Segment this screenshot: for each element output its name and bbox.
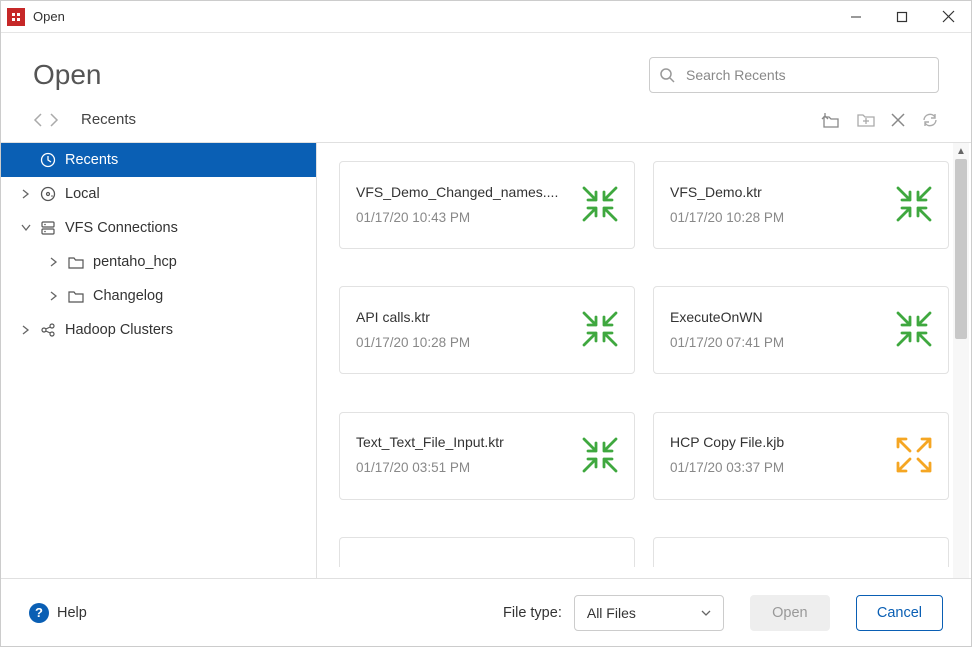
chevron-down-icon [701, 610, 711, 616]
scroll-thumb[interactable] [955, 159, 967, 339]
file-name: API calls.ktr [356, 309, 574, 325]
file-date: 01/17/20 10:28 PM [670, 210, 888, 225]
file-date: 01/17/20 03:37 PM [670, 460, 888, 475]
file-info: VFS_Demo.ktr 01/17/20 10:28 PM [670, 184, 888, 225]
file-type-label: File type: [503, 605, 562, 621]
dialog-header: Open [1, 33, 971, 111]
folder-icon [65, 289, 87, 303]
app-icon [7, 8, 25, 26]
file-name: VFS_Demo_Changed_names.... [356, 184, 574, 200]
transformation-icon [582, 437, 618, 473]
titlebar: Open [1, 1, 971, 33]
sidebar-item-hadoop-clusters[interactable]: Hadoop Clusters [1, 313, 316, 347]
page-title: Open [33, 59, 102, 91]
server-icon [37, 220, 59, 236]
file-info: HCP Copy File.kjb 01/17/20 03:37 PM [670, 434, 888, 475]
folder-icon [65, 255, 87, 269]
help-link[interactable]: ? Help [29, 603, 87, 623]
file-card[interactable]: ExecuteOnWN 01/17/20 07:41 PM [653, 286, 949, 374]
file-type-select[interactable]: All Files [574, 595, 724, 631]
open-button-label: Open [772, 605, 807, 621]
search-icon [659, 67, 675, 83]
file-card[interactable]: VFS_Demo_Changed_names.... 01/17/20 10:4… [339, 161, 635, 249]
sidebar-item-label: Changelog [93, 288, 163, 304]
open-button[interactable]: Open [750, 595, 830, 631]
chevron-down-icon[interactable] [19, 224, 33, 232]
job-icon [896, 437, 932, 473]
file-type-value: All Files [587, 605, 636, 621]
scrollbar[interactable]: ▲ ▼ [953, 143, 969, 606]
file-card-partial[interactable] [653, 537, 949, 567]
chevron-right-icon[interactable] [19, 325, 33, 335]
main-area: Recents Local VFS Connections [1, 142, 971, 606]
transformation-icon [896, 311, 932, 347]
transformation-icon [582, 311, 618, 347]
file-name: ExecuteOnWN [670, 309, 888, 325]
sidebar-item-label: VFS Connections [65, 220, 178, 236]
help-icon: ? [29, 603, 49, 623]
toolbar-icons [821, 112, 939, 128]
file-date: 01/17/20 07:41 PM [670, 335, 888, 350]
help-label: Help [57, 605, 87, 621]
scroll-up-button[interactable]: ▲ [953, 143, 969, 159]
footer: ? Help File type: All Files Open Cancel [1, 578, 971, 646]
file-card[interactable]: HCP Copy File.kjb 01/17/20 03:37 PM [653, 412, 949, 500]
minimize-button[interactable] [833, 1, 879, 33]
file-info: VFS_Demo_Changed_names.... 01/17/20 10:4… [356, 184, 574, 225]
transformation-icon [582, 186, 618, 222]
maximize-button[interactable] [879, 1, 925, 33]
transformation-icon [896, 186, 932, 222]
file-type-wrap: File type: All Files Open Cancel [503, 595, 943, 631]
sidebar-item-local[interactable]: Local [1, 177, 316, 211]
close-button[interactable] [925, 1, 971, 33]
nav-back-button[interactable] [33, 113, 43, 127]
chevron-right-icon[interactable] [47, 257, 61, 267]
delete-button[interactable] [891, 113, 905, 127]
sidebar-item-label: Hadoop Clusters [65, 322, 173, 338]
new-folder-button[interactable] [857, 112, 875, 128]
file-card[interactable]: API calls.ktr 01/17/20 10:28 PM [339, 286, 635, 374]
chevron-right-icon[interactable] [19, 189, 33, 199]
file-date: 01/17/20 10:43 PM [356, 210, 574, 225]
sidebar-item-label: Local [65, 186, 100, 202]
file-info: API calls.ktr 01/17/20 10:28 PM [356, 309, 574, 350]
file-info: Text_Text_File_Input.ktr 01/17/20 03:51 … [356, 434, 574, 475]
sidebar-item-changelog[interactable]: Changelog [1, 279, 316, 313]
file-name: Text_Text_File_Input.ktr [356, 434, 574, 450]
window-title: Open [33, 9, 65, 24]
content-wrap: VFS_Demo_Changed_names.... 01/17/20 10:4… [317, 143, 971, 606]
file-date: 01/17/20 03:51 PM [356, 460, 574, 475]
file-card-partial[interactable] [339, 537, 635, 567]
disk-icon [37, 186, 59, 202]
file-date: 01/17/20 10:28 PM [356, 335, 574, 350]
sidebar: Recents Local VFS Connections [1, 143, 317, 606]
file-info: ExecuteOnWN 01/17/20 07:41 PM [670, 309, 888, 350]
clock-icon [37, 152, 59, 168]
chevron-right-icon[interactable] [47, 291, 61, 301]
file-name: HCP Copy File.kjb [670, 434, 888, 450]
search-input[interactable] [649, 57, 939, 93]
sidebar-item-recents[interactable]: Recents [1, 143, 316, 177]
file-name: VFS_Demo.ktr [670, 184, 888, 200]
search-wrap [649, 57, 939, 93]
cancel-button[interactable]: Cancel [856, 595, 943, 631]
file-card[interactable]: Text_Text_File_Input.ktr 01/17/20 03:51 … [339, 412, 635, 500]
nav-arrows [33, 113, 59, 127]
up-folder-button[interactable] [821, 112, 841, 128]
window-controls [833, 1, 971, 33]
sidebar-item-label: Recents [65, 152, 118, 168]
breadcrumb[interactable]: Recents [81, 111, 136, 128]
nav-row: Recents [1, 111, 971, 142]
sidebar-item-label: pentaho_hcp [93, 254, 177, 270]
refresh-button[interactable] [921, 112, 939, 128]
share-icon [37, 322, 59, 338]
nav-forward-button[interactable] [49, 113, 59, 127]
file-grid: VFS_Demo_Changed_names.... 01/17/20 10:4… [317, 143, 971, 606]
cancel-button-label: Cancel [877, 605, 922, 621]
sidebar-item-pentaho-hcp[interactable]: pentaho_hcp [1, 245, 316, 279]
sidebar-item-vfs-connections[interactable]: VFS Connections [1, 211, 316, 245]
file-card[interactable]: VFS_Demo.ktr 01/17/20 10:28 PM [653, 161, 949, 249]
